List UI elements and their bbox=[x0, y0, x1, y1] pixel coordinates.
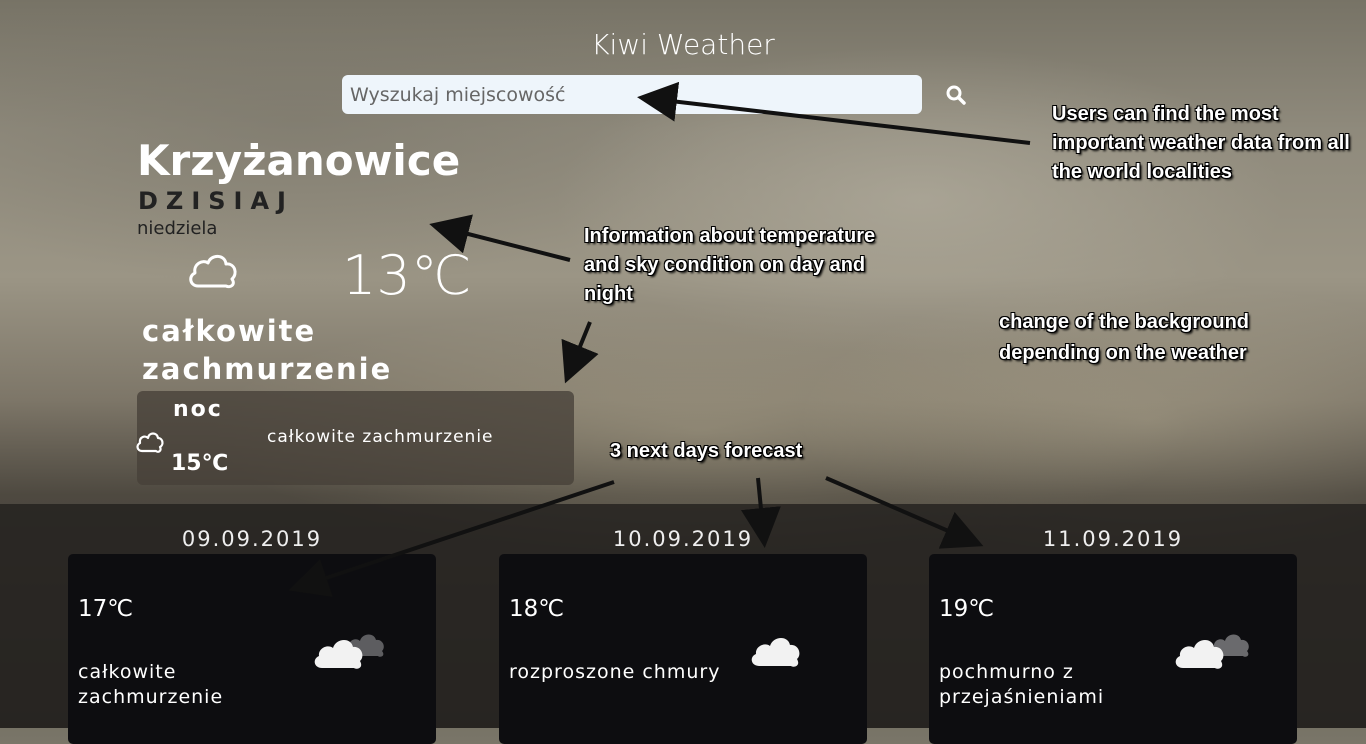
annotation-background: change of the background depending on th… bbox=[999, 311, 1250, 364]
arrow-to-search bbox=[637, 81, 1031, 145]
arrow-to-day1 bbox=[288, 480, 615, 597]
arrow-to-night bbox=[561, 321, 599, 384]
arrow-to-temperature bbox=[429, 214, 571, 262]
arrow-to-day3 bbox=[825, 476, 984, 549]
annotation-search: Users can find the most important weathe… bbox=[1052, 103, 1350, 183]
annotation-temperature: Information about temperature and sky co… bbox=[584, 225, 876, 305]
annotation-forecast: 3 next days forecast bbox=[610, 440, 803, 462]
arrow-to-day2 bbox=[741, 477, 781, 548]
